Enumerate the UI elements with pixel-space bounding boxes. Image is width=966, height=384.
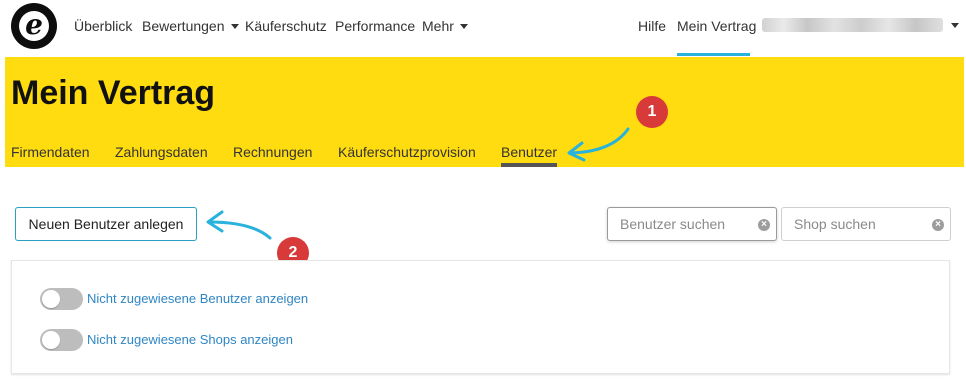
- toggle-knob: [42, 331, 60, 349]
- nav-active-indicator: [677, 53, 750, 56]
- tab-zahlungsdaten[interactable]: Zahlungsdaten: [115, 144, 208, 160]
- filter-panel: [11, 260, 950, 374]
- nav-item-hilfe[interactable]: Hilfe: [638, 18, 666, 34]
- clear-icon[interactable]: ×: [932, 219, 944, 231]
- toggle-knob: [42, 290, 60, 308]
- nav-item-label: Mehr: [422, 18, 454, 34]
- unassigned-users-toggle[interactable]: [40, 288, 83, 310]
- nav-item-mein-vertrag[interactable]: Mein Vertrag: [677, 18, 756, 34]
- nav-item-mehr[interactable]: Mehr: [422, 18, 468, 34]
- unassigned-shops-link[interactable]: Nicht zugewiesene Shops anzeigen: [87, 332, 293, 348]
- nav-item-ueberblick[interactable]: Überblick: [74, 18, 132, 34]
- logo-letter: e: [19, 11, 49, 41]
- tab-benutzer[interactable]: Benutzer: [501, 144, 557, 160]
- user-account-menu[interactable]: [762, 18, 943, 32]
- logo-icon[interactable]: e: [11, 3, 57, 49]
- user-search-input[interactable]: [608, 208, 776, 240]
- tab-firmendaten[interactable]: Firmendaten: [11, 144, 90, 160]
- user-search-field: ×: [607, 207, 777, 241]
- tab-rechnungen[interactable]: Rechnungen: [233, 144, 312, 160]
- nav-item-performance[interactable]: Performance: [335, 18, 415, 34]
- top-navigation: e Überblick Bewertungen Käuferschutz Per…: [0, 0, 966, 56]
- nav-item-bewertungen[interactable]: Bewertungen: [142, 18, 239, 34]
- chevron-down-icon: [459, 24, 468, 29]
- clear-icon[interactable]: ×: [758, 219, 770, 231]
- nav-item-label: Hilfe: [638, 18, 667, 34]
- nav-item-label: Performance: [335, 18, 416, 34]
- nav-item-kaeuferschutz[interactable]: Käuferschutz: [245, 18, 327, 34]
- nav-item-label: Bewertungen: [142, 18, 225, 34]
- chevron-down-icon: [230, 24, 239, 29]
- chevron-down-icon[interactable]: [951, 23, 959, 28]
- tab-kaeuferschutzprovision[interactable]: Käuferschutzprovision: [338, 144, 476, 160]
- active-tab-indicator: [501, 163, 557, 167]
- shop-search-field: ×: [781, 207, 951, 241]
- unassigned-shops-toggle[interactable]: [40, 329, 83, 351]
- nav-item-label: Mein Vertrag: [677, 18, 757, 34]
- shop-search-input[interactable]: [782, 208, 950, 240]
- nav-item-label: Überblick: [74, 18, 133, 34]
- annotation-badge-1: 1: [636, 96, 668, 128]
- nav-item-label: Käuferschutz: [245, 18, 327, 34]
- add-user-button[interactable]: Neuen Benutzer anlegen: [15, 207, 197, 241]
- unassigned-users-link[interactable]: Nicht zugewiesene Benutzer anzeigen: [87, 291, 308, 307]
- page-title: Mein Vertrag: [11, 74, 216, 112]
